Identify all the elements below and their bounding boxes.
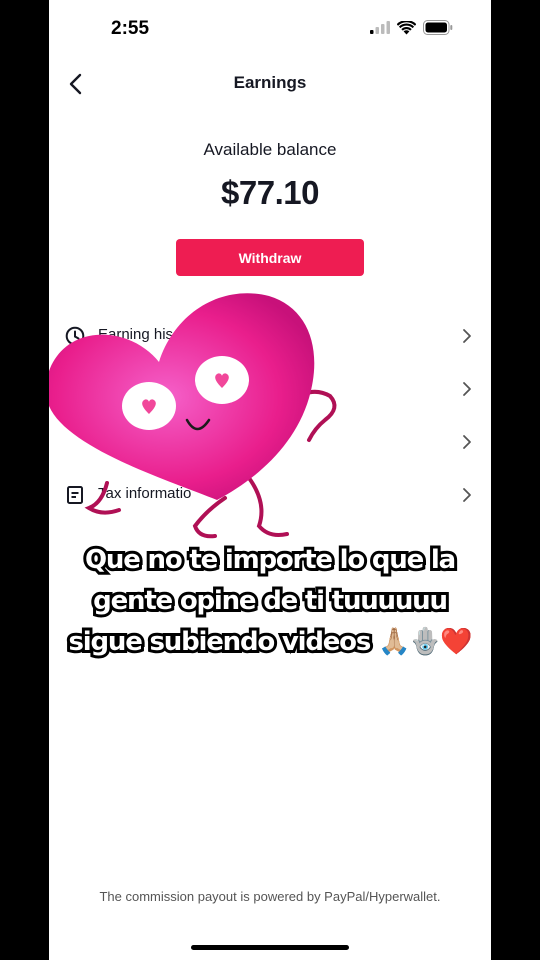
wifi-icon bbox=[397, 20, 416, 34]
caption-line: gente opine de ti tuuuuuu bbox=[90, 583, 451, 619]
withdraw-button[interactable]: Withdraw bbox=[176, 239, 364, 276]
chevron-right-icon bbox=[463, 488, 471, 502]
status-time: 2:55 bbox=[111, 18, 150, 39]
caption-line: sigue subiendo videos 🙏🏼🪬❤️ bbox=[66, 624, 476, 660]
chevron-right-icon bbox=[463, 435, 471, 449]
chevron-right-icon bbox=[463, 329, 471, 343]
caption-line: Que no te importe lo que la bbox=[82, 542, 459, 578]
phone-screen: 2:55 Earnings Available balance $77.10 W… bbox=[49, 0, 491, 960]
payout-provider-note: The commission payout is powered by PayP… bbox=[99, 889, 441, 904]
video-caption-overlay: Que no te importe lo que la gente opine … bbox=[49, 540, 491, 663]
battery-icon bbox=[423, 20, 453, 35]
chevron-right-icon bbox=[463, 382, 471, 396]
status-icons bbox=[370, 20, 453, 35]
balance-amount: $77.10 bbox=[221, 174, 319, 211]
page-title: Earnings bbox=[233, 73, 307, 92]
cellular-signal-icon bbox=[370, 21, 390, 34]
available-balance-label: Available balance bbox=[203, 140, 337, 159]
home-indicator[interactable] bbox=[191, 945, 349, 950]
heart-character-sticker bbox=[49, 293, 337, 539]
